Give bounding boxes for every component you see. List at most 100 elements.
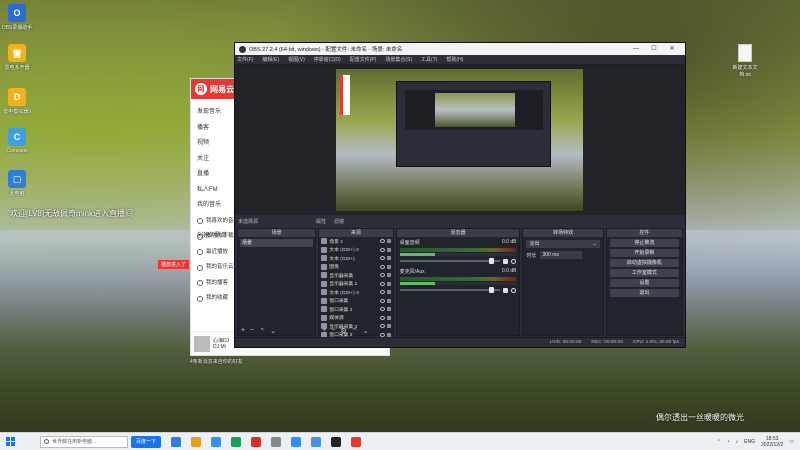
move-down-icon[interactable]: ⌄ <box>363 327 369 335</box>
start-recording-button[interactable]: 开始录制 <box>609 249 680 257</box>
obs-preview-canvas[interactable] <box>336 69 583 211</box>
exit-button[interactable]: 退出 <box>609 289 680 297</box>
desktop-icon-this-pc[interactable]: ▢ 此电脑 <box>0 170 34 197</box>
obs-preview-area[interactable] <box>235 65 685 215</box>
source-item[interactable]: 文本 (GDI+) <box>319 254 392 263</box>
properties-button[interactable]: 属性 <box>316 218 326 225</box>
add-source-button[interactable]: + <box>322 327 326 334</box>
volume-slider[interactable] <box>399 258 501 264</box>
eye-icon[interactable] <box>379 239 385 244</box>
lock-icon[interactable] <box>386 315 391 320</box>
taskbar-app-icon[interactable] <box>311 436 322 447</box>
gear-icon[interactable] <box>511 258 517 264</box>
lock-icon[interactable] <box>386 256 391 261</box>
taskbar-app-icon[interactable] <box>291 436 302 447</box>
source-item[interactable]: 场景 2 <box>319 237 392 246</box>
source-item[interactable]: 显示器采集 <box>319 271 392 280</box>
eye-icon[interactable] <box>379 247 385 252</box>
scenes-panel[interactable]: 场景 场景 + − ⌃ ⌄ <box>237 228 317 336</box>
filters-button[interactable]: 滤镜 <box>334 218 344 225</box>
eye-icon[interactable] <box>379 264 385 269</box>
start-button[interactable] <box>0 437 20 446</box>
remove-source-button[interactable]: − <box>331 327 335 334</box>
studio-mode-button[interactable]: 工作室模式 <box>609 269 680 277</box>
taskbar-app-icon[interactable] <box>271 436 282 447</box>
menu-view[interactable]: 视图(V) <box>288 56 305 63</box>
desktop-icon-leidian[interactable]: D 雷电模拟器9 <box>0 88 34 115</box>
eye-icon[interactable] <box>379 281 385 286</box>
eye-icon[interactable] <box>379 307 385 312</box>
sources-panel[interactable]: 来源 场景 2 文本 (GDI+) 2 文本 (GDI+) 图像 显示器采集 显示器采集 … <box>318 228 394 338</box>
source-item[interactable]: 媒体源 <box>319 314 392 323</box>
stop-streaming-button[interactable]: 停止推流 <box>609 239 680 247</box>
source-item[interactable]: 文本 (GDI+) 3 <box>319 288 392 297</box>
controls-panel[interactable]: 控件 停止推流 开始录制 启动虚拟摄像机 工作室模式 设置 退出 <box>605 228 684 336</box>
close-button[interactable]: ✕ <box>663 43 681 55</box>
source-settings-icon[interactable]: ⚙ <box>340 327 346 335</box>
obs-titlebar[interactable]: OBS 27.2.4 (64-bit, windows) - 配置文件: 未命名… <box>235 43 685 55</box>
source-item[interactable]: 图像 <box>319 263 392 272</box>
search-hot-button[interactable]: 百度一下 <box>131 435 162 448</box>
lock-icon[interactable] <box>386 290 391 295</box>
lock-icon[interactable] <box>386 264 391 269</box>
lock-icon[interactable] <box>386 239 391 244</box>
taskbar-app-icon[interactable] <box>211 436 222 447</box>
speaker-icon[interactable] <box>503 287 509 293</box>
volume-slider-knob[interactable] <box>489 258 495 264</box>
duration-input[interactable]: 300 ms <box>540 251 583 259</box>
eye-icon[interactable] <box>379 315 385 320</box>
maximize-button[interactable]: ☐ <box>645 43 663 55</box>
taskbar-app-icon[interactable] <box>351 436 362 447</box>
taskbar-app-icon[interactable] <box>171 436 182 447</box>
taskbar-app-icon[interactable] <box>231 436 242 447</box>
menu-docks[interactable]: 停靠窗口(D) <box>314 56 341 63</box>
menu-file[interactable]: 文件(F) <box>237 56 253 63</box>
lock-icon[interactable] <box>386 273 391 278</box>
taskbar-app-icon[interactable] <box>191 436 202 447</box>
lock-icon[interactable] <box>386 307 391 312</box>
audio-mixer-panel[interactable]: 混音器 桌面音频 0.0 dB 麦克风/Aux 0.0 dB <box>395 228 521 336</box>
taskbar-app-icon[interactable] <box>331 436 342 447</box>
lock-icon[interactable] <box>386 281 391 286</box>
move-down-icon[interactable]: ⌄ <box>270 327 276 335</box>
obs-window[interactable]: OBS 27.2.4 (64-bit, windows) - 配置文件: 未命名… <box>234 42 686 348</box>
move-up-icon[interactable]: ⌃ <box>259 327 265 335</box>
taskbar-search-box[interactable]: 世界都在用新电脑... <box>40 435 128 448</box>
speaker-icon[interactable] <box>503 258 509 264</box>
eye-icon[interactable] <box>379 298 385 303</box>
remove-scene-button[interactable]: − <box>250 327 254 334</box>
scene-item[interactable]: 场景 <box>240 239 314 247</box>
chevron-up-icon[interactable]: ⌃ <box>716 439 720 445</box>
transition-select[interactable]: 淡出 ⌄ <box>526 240 600 248</box>
settings-button[interactable]: 设置 <box>609 279 680 287</box>
gear-icon[interactable] <box>511 287 517 293</box>
source-item[interactable]: 窗口采集 <box>319 297 392 306</box>
input-language[interactable]: ENG <box>744 439 755 445</box>
desktop-icon-obs[interactable]: O OBS录播助手 <box>0 4 34 31</box>
source-item[interactable]: 显示器采集 2 <box>319 280 392 289</box>
source-item[interactable]: 窗口采集 2 <box>319 305 392 314</box>
lock-icon[interactable] <box>386 298 391 303</box>
minimize-button[interactable]: — <box>627 43 645 55</box>
menu-scene-collection[interactable]: 场景集合(S) <box>385 56 412 63</box>
desktop-icon-text-document[interactable]: 新建文本文档.txt <box>728 44 762 78</box>
move-up-icon[interactable]: ⌃ <box>352 327 358 335</box>
notification-icon[interactable]: ▭ <box>789 439 794 445</box>
system-clock[interactable]: 18:53 2022/12/2 <box>761 436 783 448</box>
source-item[interactable]: 文本 (GDI+) 2 <box>319 246 392 255</box>
menu-tools[interactable]: 工具(T) <box>421 56 437 63</box>
volume-icon[interactable]: ♪ <box>736 439 739 445</box>
volume-slider[interactable] <box>399 287 501 293</box>
scene-transitions-panel[interactable]: 转场特效 淡出 ⌄ 时长 300 ms <box>522 228 604 336</box>
volume-slider-knob[interactable] <box>489 287 495 293</box>
menu-profile[interactable]: 配置文件(P) <box>350 56 377 63</box>
lock-icon[interactable] <box>386 247 391 252</box>
taskbar-app-icon[interactable] <box>251 436 262 447</box>
menu-help[interactable]: 帮助(H) <box>446 56 463 63</box>
network-icon[interactable]: ◔ <box>727 439 730 445</box>
eye-icon[interactable] <box>379 273 385 278</box>
eye-icon[interactable] <box>379 256 385 261</box>
desktop-icon-complete[interactable]: C Complete <box>0 128 34 154</box>
eye-icon[interactable] <box>379 290 385 295</box>
menu-edit[interactable]: 编辑(E) <box>262 56 279 63</box>
